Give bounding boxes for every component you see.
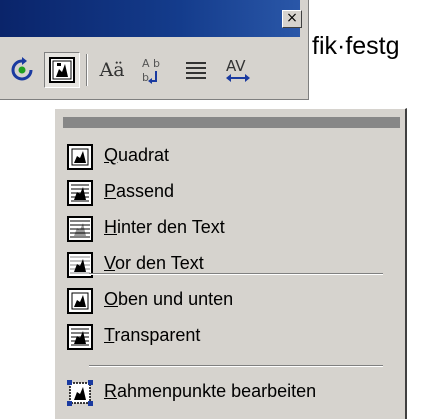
text-wrap-icon: [49, 57, 75, 83]
menu-separator: [89, 273, 383, 275]
wrap-tight-icon: [67, 180, 93, 206]
edit-wrap-points-icon: [67, 380, 93, 406]
align-button[interactable]: [178, 52, 214, 88]
menu-item-label: Rahmenpunkte bearbeiten: [104, 381, 317, 401]
align-icon: [186, 62, 206, 79]
menu-item-oben-und-unten[interactable]: Oben und unten: [61, 285, 401, 317]
menu-item-transparent[interactable]: Transparent: [61, 321, 401, 353]
rotate-icon: [11, 57, 33, 81]
char-spacing-button[interactable]: AV: [220, 52, 256, 88]
menu-item-label: Vor den Text: [104, 253, 204, 273]
vertical-text-icon: A b b: [142, 57, 160, 84]
svg-text:b: b: [142, 71, 149, 84]
toolbar-buttons: Aä A b b AV: [0, 44, 309, 96]
menu-item-label: Passend: [104, 181, 175, 201]
menu-item-passend[interactable]: Passend: [61, 177, 401, 209]
menu-item-hinter-den-text[interactable]: Hinter den Text: [61, 213, 401, 245]
vertical-text-button[interactable]: A b b: [136, 52, 172, 88]
svg-text:AV: AV: [226, 57, 246, 75]
wrap-through-icon: [67, 324, 93, 350]
document-text: fik·festg: [312, 32, 400, 60]
menu-item-rahmenpunkte-bearbeiten[interactable]: Rahmenpunkte bearbeiten: [61, 377, 401, 409]
menu-item-label: Oben und unten: [104, 289, 234, 309]
toolbar-titlebar[interactable]: ×: [0, 0, 302, 37]
menu-item-label: Hinter den Text: [104, 217, 225, 237]
menu-separator: [89, 365, 383, 367]
wrap-top-bottom-icon: [67, 288, 93, 314]
menu-item-vor-den-text[interactable]: Vor den Text: [61, 249, 401, 281]
text-case-button[interactable]: Aä: [94, 52, 130, 88]
picture-toolbar: × Aä A b b AV: [0, 0, 309, 100]
menu-item-quadrat[interactable]: Quadrat: [61, 141, 401, 173]
wrap-behind-icon: [67, 216, 93, 242]
svg-text:b: b: [153, 57, 160, 70]
wrap-square-icon: [67, 144, 93, 170]
close-button[interactable]: ×: [282, 10, 302, 28]
rotate-button[interactable]: [4, 52, 40, 88]
menu-drag-handle[interactable]: [63, 117, 400, 128]
menu-item-label: Quadrat: [104, 145, 170, 165]
text-wrap-menu: Quadrat Passend Hinter den Text Vor den …: [54, 108, 407, 419]
menu-item-label: Transparent: [104, 325, 201, 345]
toolbar-separator: [86, 54, 88, 86]
text-case-icon: Aä: [99, 59, 125, 81]
svg-text:A: A: [142, 57, 150, 70]
text-wrap-button[interactable]: [44, 52, 80, 88]
char-spacing-icon: AV: [226, 57, 250, 82]
